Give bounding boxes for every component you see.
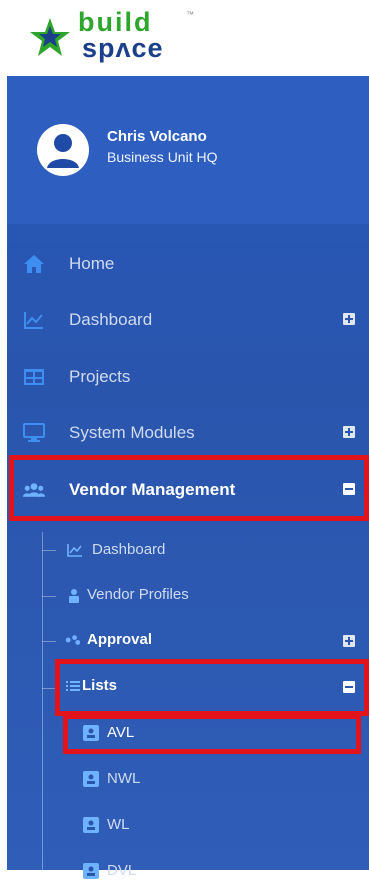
logo-word-build: build <box>78 7 153 37</box>
id-card-icon <box>83 863 99 879</box>
list-item-dvl[interactable]: DVL <box>7 850 369 894</box>
id-card-icon <box>83 725 99 741</box>
list-item-label: DVL <box>107 862 137 879</box>
sidebar-item-projects[interactable]: Projects <box>7 351 369 403</box>
sidebar-item-label: Vendor Management <box>69 480 236 499</box>
trademark-mark: ™ <box>186 10 194 19</box>
submenu-label: Dashboard <box>92 541 166 558</box>
sidebar-item-label: Home <box>69 254 115 273</box>
collapse-minus-icon[interactable] <box>343 483 355 495</box>
list-item-avl[interactable]: AVL <box>7 712 369 756</box>
monitor-icon <box>23 422 45 444</box>
brand-logo[interactable]: build spʌce ™ <box>0 0 369 76</box>
star-logo-icon <box>30 18 70 56</box>
list-item-label: NWL <box>107 770 141 787</box>
approval-flow-icon <box>65 632 81 648</box>
collapse-minus-icon[interactable] <box>343 681 355 693</box>
user-icon <box>47 134 79 168</box>
user-profile[interactable]: Chris Volcano Business Unit HQ <box>7 76 369 224</box>
line-chart-icon <box>23 309 45 331</box>
list-item-nwl[interactable]: NWL <box>7 758 369 802</box>
sidebar-item-dashboard[interactable]: Dashboard <box>7 294 369 346</box>
list-item-label: WL <box>107 816 130 833</box>
submenu-item-dashboard[interactable]: Dashboard <box>7 529 369 573</box>
submenu-item-vendor-profiles[interactable]: Vendor Profiles <box>7 574 369 618</box>
sidebar-item-system-modules[interactable]: System Modules <box>7 407 369 459</box>
submenu-label: Approval <box>87 631 153 648</box>
expand-plus-icon[interactable] <box>343 426 355 438</box>
submenu-label: Lists <box>82 677 118 694</box>
users-icon <box>23 479 45 501</box>
expand-plus-icon[interactable] <box>343 635 355 647</box>
id-card-icon <box>83 817 99 833</box>
table-icon <box>23 366 45 388</box>
avatar <box>37 124 89 176</box>
home-icon <box>23 253 45 275</box>
user-business-unit: Business Unit HQ <box>107 149 218 165</box>
list-item-label: AVL <box>107 724 135 741</box>
id-card-icon <box>83 771 99 787</box>
sidebar: Chris Volcano Business Unit HQ Home Dash… <box>7 76 369 879</box>
sidebar-item-home[interactable]: Home <box>7 238 369 290</box>
submenu-label: Vendor Profiles <box>87 586 189 603</box>
line-chart-icon <box>67 542 83 558</box>
sidebar-item-vendor-management[interactable]: Vendor Management <box>7 464 369 516</box>
sidebar-item-label: Dashboard <box>69 310 153 329</box>
submenu-item-approval[interactable]: Approval <box>7 619 369 663</box>
submenu-item-lists[interactable]: Lists <box>7 665 369 709</box>
logo-word-space: spʌce <box>82 33 164 63</box>
user-name: Chris Volcano <box>107 128 207 145</box>
list-icon <box>65 678 81 694</box>
sidebar-item-label: System Modules <box>69 423 195 442</box>
sidebar-item-label: Projects <box>69 367 131 386</box>
expand-plus-icon[interactable] <box>343 313 355 325</box>
list-item-wl[interactable]: WL <box>7 804 369 848</box>
person-icon <box>66 587 82 603</box>
